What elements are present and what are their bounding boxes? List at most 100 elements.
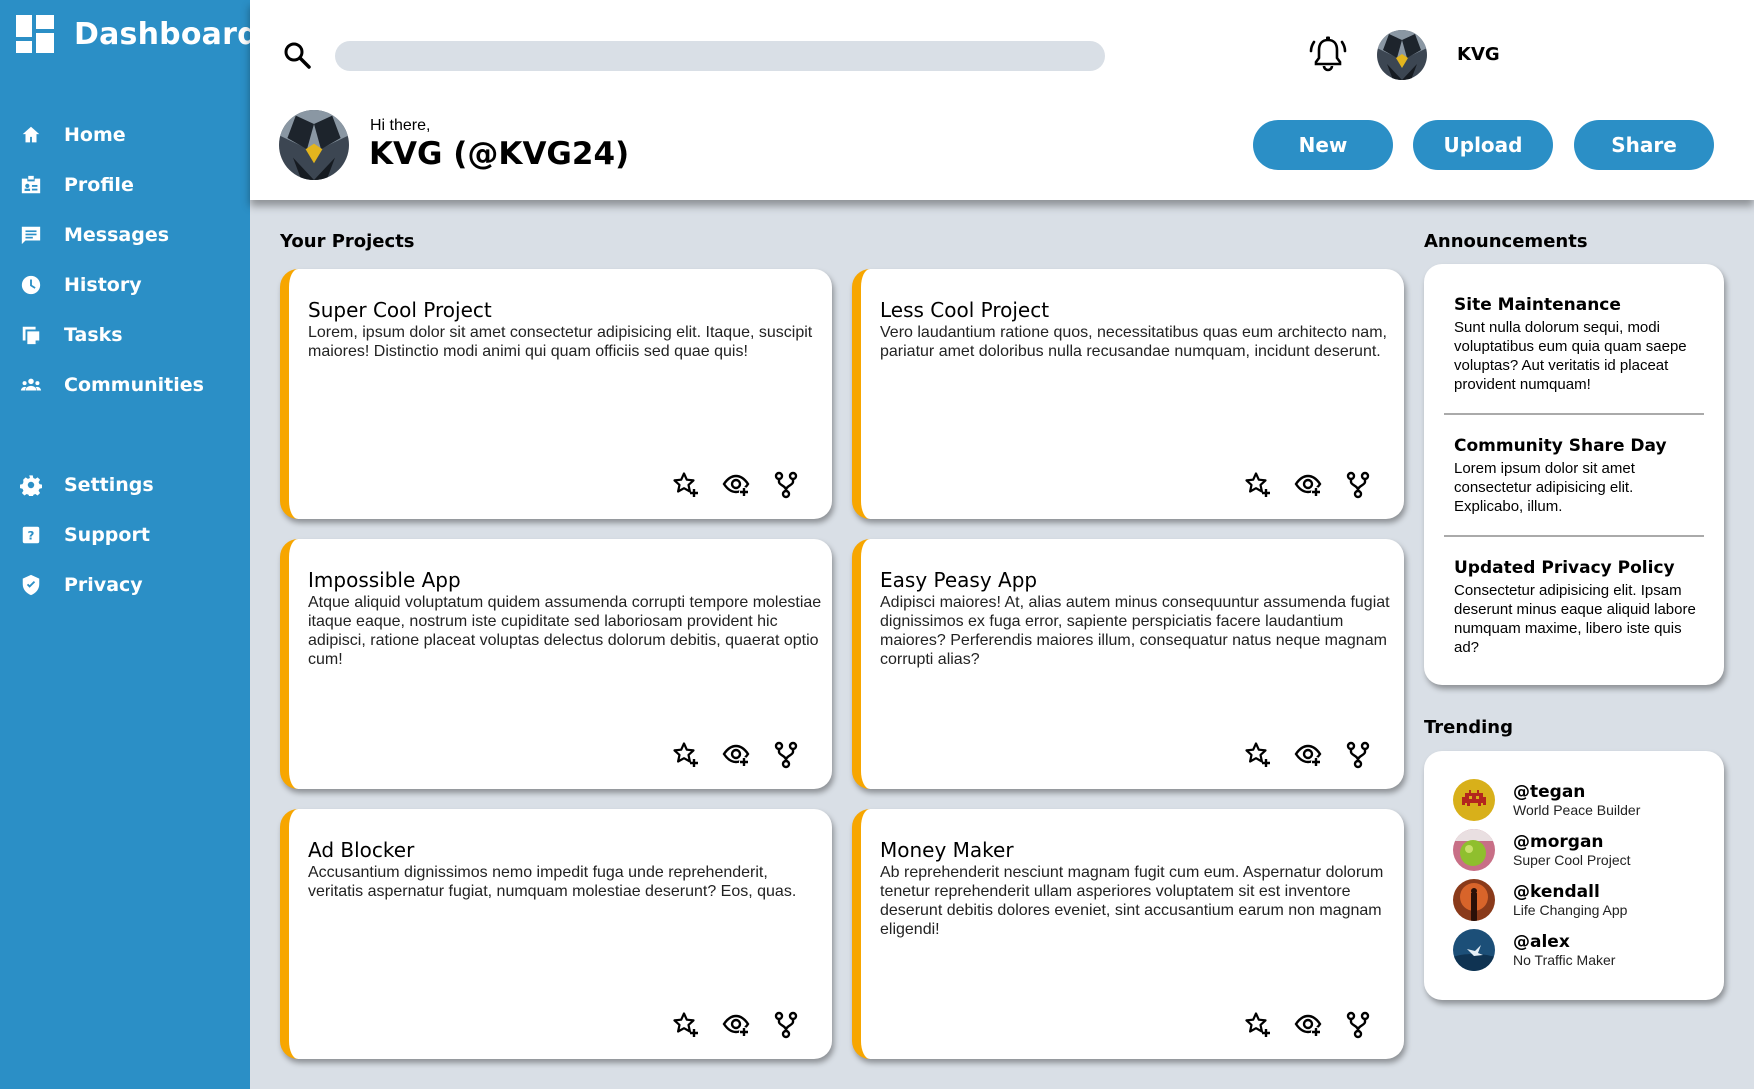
star-add-icon[interactable]: [1244, 471, 1272, 499]
announcement-item[interactable]: Updated Privacy Policy Consectetur adipi…: [1454, 558, 1699, 657]
clock-icon: [21, 275, 41, 295]
divider: [1444, 413, 1704, 415]
watch-add-icon[interactable]: [722, 471, 750, 499]
project-card[interactable]: Less Cool Project Vero laudantium ratione…: [852, 269, 1404, 519]
sidebar-item-label: Privacy: [64, 574, 143, 596]
avatar[interactable]: [1377, 30, 1427, 80]
fork-icon[interactable]: [1344, 471, 1372, 499]
star-add-icon[interactable]: [1244, 1011, 1272, 1039]
trending-project: Life Changing App: [1513, 902, 1628, 918]
star-add-icon[interactable]: [672, 741, 700, 769]
star-add-icon[interactable]: [1244, 741, 1272, 769]
trending-item[interactable]: @kendall Life Changing App: [1453, 879, 1627, 921]
message-icon: [21, 226, 41, 245]
project-card[interactable]: Money Maker Ab reprehenderit nesciunt mag…: [852, 809, 1404, 1059]
announcement-item[interactable]: Community Share Day Lorem ipsum dolor si…: [1454, 436, 1699, 516]
sidebar: Dashboard Home Profile Messages History …: [0, 0, 259, 1089]
upload-button[interactable]: Upload: [1413, 120, 1553, 170]
bird-avatar: [1453, 929, 1495, 971]
sidebar-item-settings[interactable]: Settings: [20, 468, 154, 502]
project-actions: [672, 741, 800, 769]
divider: [1444, 535, 1704, 537]
avatar-image: [1377, 30, 1427, 80]
project-description: Accusantium dignissimos nemo impedit fug…: [308, 864, 797, 900]
shield-icon: [22, 574, 40, 596]
project-title: Less Cool Project: [880, 298, 1050, 322]
people-icon: [20, 378, 42, 391]
project-actions: [1244, 1011, 1372, 1039]
trending-heading: Trending: [1424, 717, 1513, 738]
announcements-heading: Announcements: [1424, 231, 1588, 252]
trending-item[interactable]: @morgan Super Cool Project: [1453, 829, 1631, 871]
dashboard-logo-icon: [16, 15, 54, 53]
trending-project: No Traffic Maker: [1513, 952, 1616, 968]
sidebar-item-home[interactable]: Home: [20, 118, 126, 152]
share-button[interactable]: Share: [1574, 120, 1714, 170]
brand[interactable]: Dashboard: [16, 15, 259, 53]
project-description: Vero laudantium ratione quos, necessitat…: [880, 324, 1387, 360]
announcement-title: Updated Privacy Policy: [1454, 558, 1675, 578]
sidebar-item-label: Tasks: [64, 324, 123, 346]
fork-icon[interactable]: [1344, 741, 1372, 769]
sidebar-item-profile[interactable]: Profile: [20, 168, 134, 202]
trending-project: Super Cool Project: [1513, 852, 1631, 868]
trending-handle: @tegan: [1513, 782, 1586, 802]
space-invader-avatar: [1453, 779, 1495, 821]
project-card[interactable]: Ad Blocker Accusantium dignissimos nemo i…: [280, 809, 832, 1059]
sidebar-item-label: Home: [64, 124, 126, 146]
fork-icon[interactable]: [772, 1011, 800, 1039]
star-add-icon[interactable]: [672, 471, 700, 499]
new-button[interactable]: New: [1253, 120, 1393, 170]
page-title: KVG (@KVG24): [369, 136, 630, 172]
apple-avatar: [1453, 829, 1495, 871]
sunset-avatar: [1453, 879, 1495, 921]
tasks-icon: [22, 326, 40, 345]
search-input[interactable]: [335, 41, 1105, 71]
fork-icon[interactable]: [772, 471, 800, 499]
projects-heading: Your Projects: [280, 231, 415, 252]
project-title: Impossible App: [308, 568, 461, 592]
announcement-item[interactable]: Site Maintenance Sunt nulla dolorum sequ…: [1454, 295, 1699, 394]
gear-icon: [20, 475, 42, 496]
trending-project: World Peace Builder: [1513, 802, 1641, 818]
avatar-image: [279, 110, 349, 180]
watch-add-icon[interactable]: [722, 741, 750, 769]
project-card[interactable]: Easy Peasy App Adipisci maiores! At, alia…: [852, 539, 1404, 789]
announcements-panel: Site Maintenance Sunt nulla dolorum sequ…: [1424, 264, 1724, 685]
project-card[interactable]: Super Cool Project Lorem, ipsum dolor sit…: [280, 269, 832, 519]
sidebar-item-privacy[interactable]: Privacy: [20, 568, 143, 602]
announcement-body: Sunt nulla dolorum sequi, modi voluptati…: [1454, 319, 1687, 393]
sidebar-item-tasks[interactable]: Tasks: [20, 318, 123, 352]
watch-add-icon[interactable]: [1294, 1011, 1322, 1039]
trending-handle: @kendall: [1513, 882, 1600, 902]
watch-add-icon[interactable]: [1294, 471, 1322, 499]
sidebar-item-messages[interactable]: Messages: [20, 218, 169, 252]
bell-icon[interactable]: [1308, 34, 1348, 74]
project-description: Lorem, ipsum dolor sit amet consectetur …: [308, 324, 813, 360]
project-actions: [1244, 741, 1372, 769]
avatar: [1453, 829, 1495, 871]
id-card-icon: [21, 175, 41, 194]
fork-icon[interactable]: [772, 741, 800, 769]
project-card[interactable]: Impossible App Atque aliquid voluptatum q…: [280, 539, 832, 789]
trending-item[interactable]: @tegan World Peace Builder: [1453, 779, 1640, 821]
brand-title: Dashboard: [74, 16, 259, 52]
watch-add-icon[interactable]: [1294, 741, 1322, 769]
user-name[interactable]: KVG: [1457, 44, 1500, 65]
project-actions: [672, 471, 800, 499]
project-title: Easy Peasy App: [880, 568, 1038, 592]
announcement-title: Site Maintenance: [1454, 295, 1621, 315]
sidebar-item-history[interactable]: History: [20, 268, 142, 302]
trending-item[interactable]: @alex No Traffic Maker: [1453, 929, 1615, 971]
sidebar-item-communities[interactable]: Communities: [20, 368, 204, 402]
sidebar-item-support[interactable]: ? Support: [20, 518, 150, 552]
avatar: [1453, 779, 1495, 821]
watch-add-icon[interactable]: [722, 1011, 750, 1039]
fork-icon[interactable]: [1344, 1011, 1372, 1039]
project-description: Adipisci maiores! At, alias autem minus …: [880, 594, 1390, 668]
sidebar-item-label: Settings: [64, 474, 154, 496]
search-icon[interactable]: [282, 40, 312, 70]
announcement-body: Lorem ipsum dolor sit amet consectetur a…: [1454, 460, 1635, 515]
project-description: Ab reprehenderit nesciunt magnam fugit c…: [880, 864, 1384, 938]
star-add-icon[interactable]: [672, 1011, 700, 1039]
